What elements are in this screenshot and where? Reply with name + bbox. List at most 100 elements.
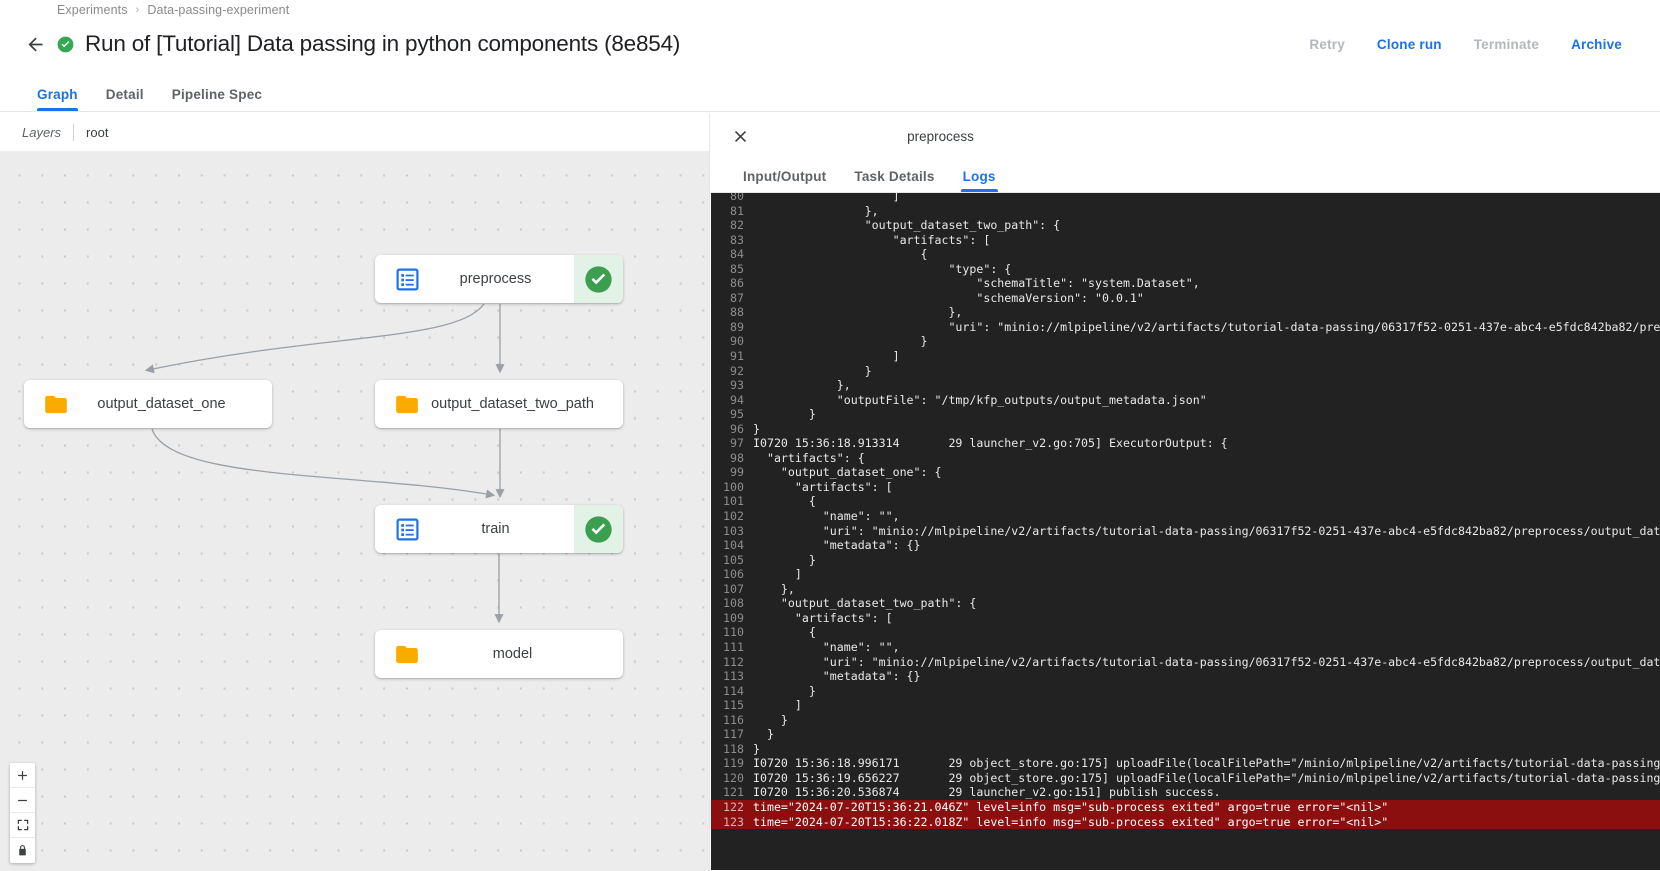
log-line: 89 "uri": "minio://mlpipeline/v2/artifac… [711,320,1660,335]
graph-node-preprocess[interactable]: preprocess [375,255,623,303]
retry-button[interactable]: Retry [1293,31,1361,58]
log-line: 102 "name": "", [711,509,1660,524]
log-line-text: { [753,625,816,640]
zoom-in-icon[interactable] [10,763,35,788]
layers-bar: Layers root [0,113,709,152]
log-line-text: "outputFile": "/tmp/kfp_outputs/output_m… [753,392,1207,407]
kubeflow-run-page: Experiments › Data-passing-experiment Ru… [0,0,1660,871]
fit-screen-icon[interactable] [10,813,35,838]
log-line-text: "output_dataset_two_path": { [753,218,1061,233]
graph-node-label: output_dataset_one [97,396,226,412]
log-line: 120 I0720 15:36:19.656227 29 object_store… [711,771,1660,786]
log-line-number: 95 [730,407,744,422]
log-line-text: "artifacts": [ [753,232,991,247]
log-line: 82 "output_dataset_two_path": { [711,218,1660,233]
log-line: 118} [711,742,1660,757]
log-line-text: "uri": "minio://mlpipeline/v2/artifacts/… [753,523,1660,538]
graph-node-output-dataset-one[interactable]: output_dataset_one [24,380,272,428]
task-list-icon [394,266,420,292]
log-line: 116 } [711,713,1660,728]
log-line-text: "type": { [753,261,1012,276]
log-line: 96} [711,422,1660,437]
log-line-text: "output_dataset_two_path": { [753,596,977,611]
log-line: 117 } [711,727,1660,742]
lock-icon[interactable] [10,838,35,863]
log-line-number: 109 [723,610,744,625]
log-viewer[interactable]: 80 ] 81 }, 82 "output_dataset_two_path": {… [711,193,1660,870]
log-line: 87 "schemaVersion": "0.0.1" [711,291,1660,306]
log-line-text: "artifacts": [ [753,479,893,494]
log-line-text: "metadata": {} [753,669,921,684]
log-line-text: } [753,552,816,567]
log-line-number: 106 [723,567,744,582]
log-line-text: } [753,727,774,742]
log-line: 105 } [711,553,1660,568]
panel-title: preprocess [907,129,974,144]
log-line-text: time="2024-07-20T15:36:22.018Z" level=in… [753,814,1389,829]
log-line: 110 { [711,625,1660,640]
tab-input-output[interactable]: Input/Output [729,169,840,192]
log-line-number: 112 [723,654,744,669]
graph-node-label: output_dataset_two_path [431,396,594,412]
close-icon[interactable] [728,125,752,149]
log-line-number: 111 [723,639,744,654]
graph-node-output-dataset-two-path[interactable]: output_dataset_two_path [375,380,623,428]
graph-canvas[interactable]: preprocess output_dataset_one output_dat… [0,152,709,871]
log-line-text: I0720 15:36:18.996171 29 object_store.go… [753,756,1660,771]
log-line-number: 83 [730,232,744,247]
log-line-text: ] [753,698,802,713]
log-line-number: 120 [723,770,744,785]
folder-icon [43,391,69,417]
archive-button[interactable]: Archive [1555,31,1638,58]
log-line: 83 "artifacts": [ [711,233,1660,248]
task-list-icon [394,516,420,542]
log-line-number: 93 [730,378,744,393]
graph-node-model[interactable]: model [375,630,623,678]
log-line-text: time="2024-07-20T15:36:21.046Z" level=in… [753,799,1389,814]
log-line-number: 117 [723,727,744,742]
layers-root-crumb[interactable]: root [86,125,108,140]
log-line-number: 122 [723,799,744,814]
log-line-text: "schemaTitle": "system.Dataset", [753,276,1200,291]
log-line-number: 91 [730,349,744,364]
log-line: 91 ] [711,349,1660,364]
log-line-text: { [753,494,816,509]
log-line-number: 90 [730,334,744,349]
tab-detail[interactable]: Detail [92,87,158,111]
log-line-text: "artifacts": [ [753,610,893,625]
log-line-text: "metadata": {} [753,538,921,553]
back-arrow-icon[interactable] [22,31,48,57]
log-line-number: 81 [730,203,744,218]
node-status-succeeded-icon [574,505,623,553]
log-line-text: I0720 15:36:18.913314 29 launcher_v2.go:… [753,436,1228,451]
log-line: 85 "type": { [711,262,1660,277]
tab-graph[interactable]: Graph [23,87,92,111]
log-line-number: 96 [730,421,744,436]
log-line-text: { [753,247,928,262]
terminate-button[interactable]: Terminate [1458,31,1555,58]
clone-run-button[interactable]: Clone run [1361,31,1458,58]
panel-tabs: Input/Output Task Details Logs [711,160,1660,193]
log-line-number: 116 [723,712,744,727]
log-line: 95 } [711,407,1660,422]
graph-node-train[interactable]: train [375,505,623,553]
log-line: 115 ] [711,698,1660,713]
log-line-number: 115 [723,698,744,713]
log-line-text: "uri": "minio://mlpipeline/v2/artifacts/… [948,319,1660,334]
log-line-number: 101 [723,494,744,509]
log-line-number: 113 [723,669,744,684]
log-line: 86 "schemaTitle": "system.Dataset", [711,276,1660,291]
tab-pipeline-spec[interactable]: Pipeline Spec [158,87,276,111]
log-line-number: 89 [730,319,744,334]
log-line-text: "schemaVersion": "0.0.1" [753,290,1144,305]
log-line-number: 107 [723,581,744,596]
zoom-out-icon[interactable] [10,788,35,813]
log-line-number: 118 [723,741,744,756]
tab-logs[interactable]: Logs [949,169,1010,192]
log-line: 90 } [711,334,1660,349]
tab-task-details[interactable]: Task Details [840,169,948,192]
breadcrumb-experiments-link[interactable]: Experiments [57,3,128,17]
breadcrumb-experiment-link[interactable]: Data-passing-experiment [147,3,289,17]
log-line-number: 103 [723,523,744,538]
run-header: Run of [Tutorial] Data passing in python… [0,20,1660,68]
